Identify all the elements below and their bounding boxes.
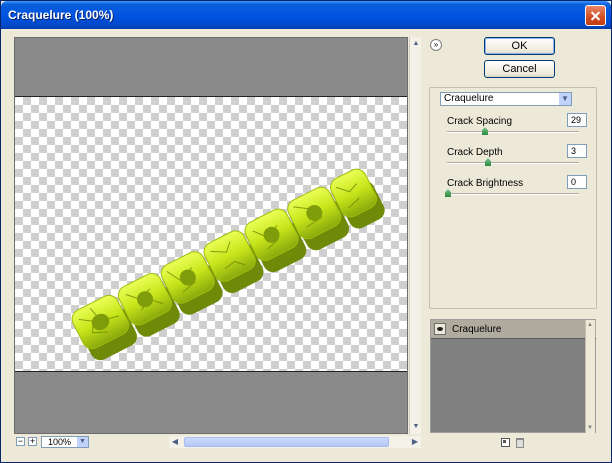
- chevron-down-icon[interactable]: ▼: [77, 437, 88, 447]
- trash-icon[interactable]: [516, 438, 524, 448]
- preview-3d-text-image: [71, 168, 385, 361]
- crack-brightness-input[interactable]: 0: [567, 175, 587, 189]
- crack-spacing-slider[interactable]: [447, 131, 579, 133]
- filter-select[interactable]: Craquelure ▼: [440, 92, 572, 106]
- scroll-right-icon[interactable]: ▶: [409, 436, 421, 448]
- filter-settings-panel: Craquelure ▼ Crack Spacing 29 Crack Dept…: [429, 87, 597, 309]
- zoom-out-button[interactable]: −: [16, 437, 25, 446]
- scroll-up-icon[interactable]: ▲: [411, 39, 421, 49]
- title-bar[interactable]: Craquelure (100%): [1, 1, 611, 29]
- filter-select-value: Craquelure: [444, 93, 494, 104]
- zoom-select[interactable]: 100% ▼: [41, 436, 89, 448]
- new-effect-layer-icon[interactable]: [501, 438, 510, 447]
- crack-spacing-control: Crack Spacing 29: [447, 113, 587, 146]
- crack-depth-control: Crack Depth 3: [447, 144, 587, 177]
- collapse-panel-button[interactable]: »: [430, 39, 442, 51]
- preview-pane[interactable]: [14, 37, 408, 434]
- zoom-in-button[interactable]: +: [28, 437, 37, 446]
- crack-depth-slider-knob[interactable]: [485, 158, 491, 166]
- effect-layer-name: Craquelure: [452, 324, 502, 335]
- double-chevron-up-icon: »: [433, 40, 439, 49]
- crack-depth-input[interactable]: 3: [567, 144, 587, 158]
- filter-dialog: Craquelure (100%) ▲ ▼ − + 100% ▼ ◀ ▶ » O…: [0, 0, 612, 463]
- crack-brightness-control: Crack Brightness 0: [445, 175, 587, 208]
- effect-layer-row[interactable]: Craquelure: [431, 320, 596, 339]
- scroll-down-icon[interactable]: ▼: [587, 425, 593, 431]
- crack-brightness-label: Crack Brightness: [447, 178, 524, 189]
- crack-brightness-slider[interactable]: [447, 193, 579, 195]
- crack-spacing-label: Crack Spacing: [447, 116, 513, 127]
- preview-horizontal-scrollbar[interactable]: ◀ ▶: [169, 436, 421, 448]
- crack-brightness-slider-knob[interactable]: [445, 189, 451, 197]
- crack-spacing-input[interactable]: 29: [567, 113, 587, 127]
- eye-icon[interactable]: [434, 323, 446, 335]
- transparent-canvas: [15, 96, 407, 372]
- preview-vertical-scrollbar[interactable]: ▲ ▼: [409, 37, 421, 434]
- zoom-value: 100%: [48, 437, 72, 447]
- effect-layers-list: Craquelure ▲ ▼: [430, 319, 596, 433]
- ok-button[interactable]: OK: [484, 37, 555, 55]
- crack-depth-slider[interactable]: [447, 162, 579, 164]
- preview-status-bar: − + 100% ▼ ◀ ▶: [14, 435, 421, 449]
- scroll-left-icon[interactable]: ◀: [169, 436, 181, 448]
- scroll-thumb[interactable]: [184, 437, 389, 447]
- crack-spacing-slider-knob[interactable]: [482, 127, 488, 135]
- crack-depth-label: Crack Depth: [447, 147, 503, 158]
- cancel-button[interactable]: Cancel: [484, 60, 555, 78]
- close-icon[interactable]: [585, 5, 606, 26]
- chevron-down-icon[interactable]: ▼: [559, 93, 571, 105]
- scroll-down-icon[interactable]: ▼: [411, 422, 421, 432]
- effect-layers-scrollbar[interactable]: ▲ ▼: [585, 320, 595, 433]
- scroll-up-icon[interactable]: ▲: [587, 322, 593, 328]
- window-title: Craquelure (100%): [8, 8, 114, 22]
